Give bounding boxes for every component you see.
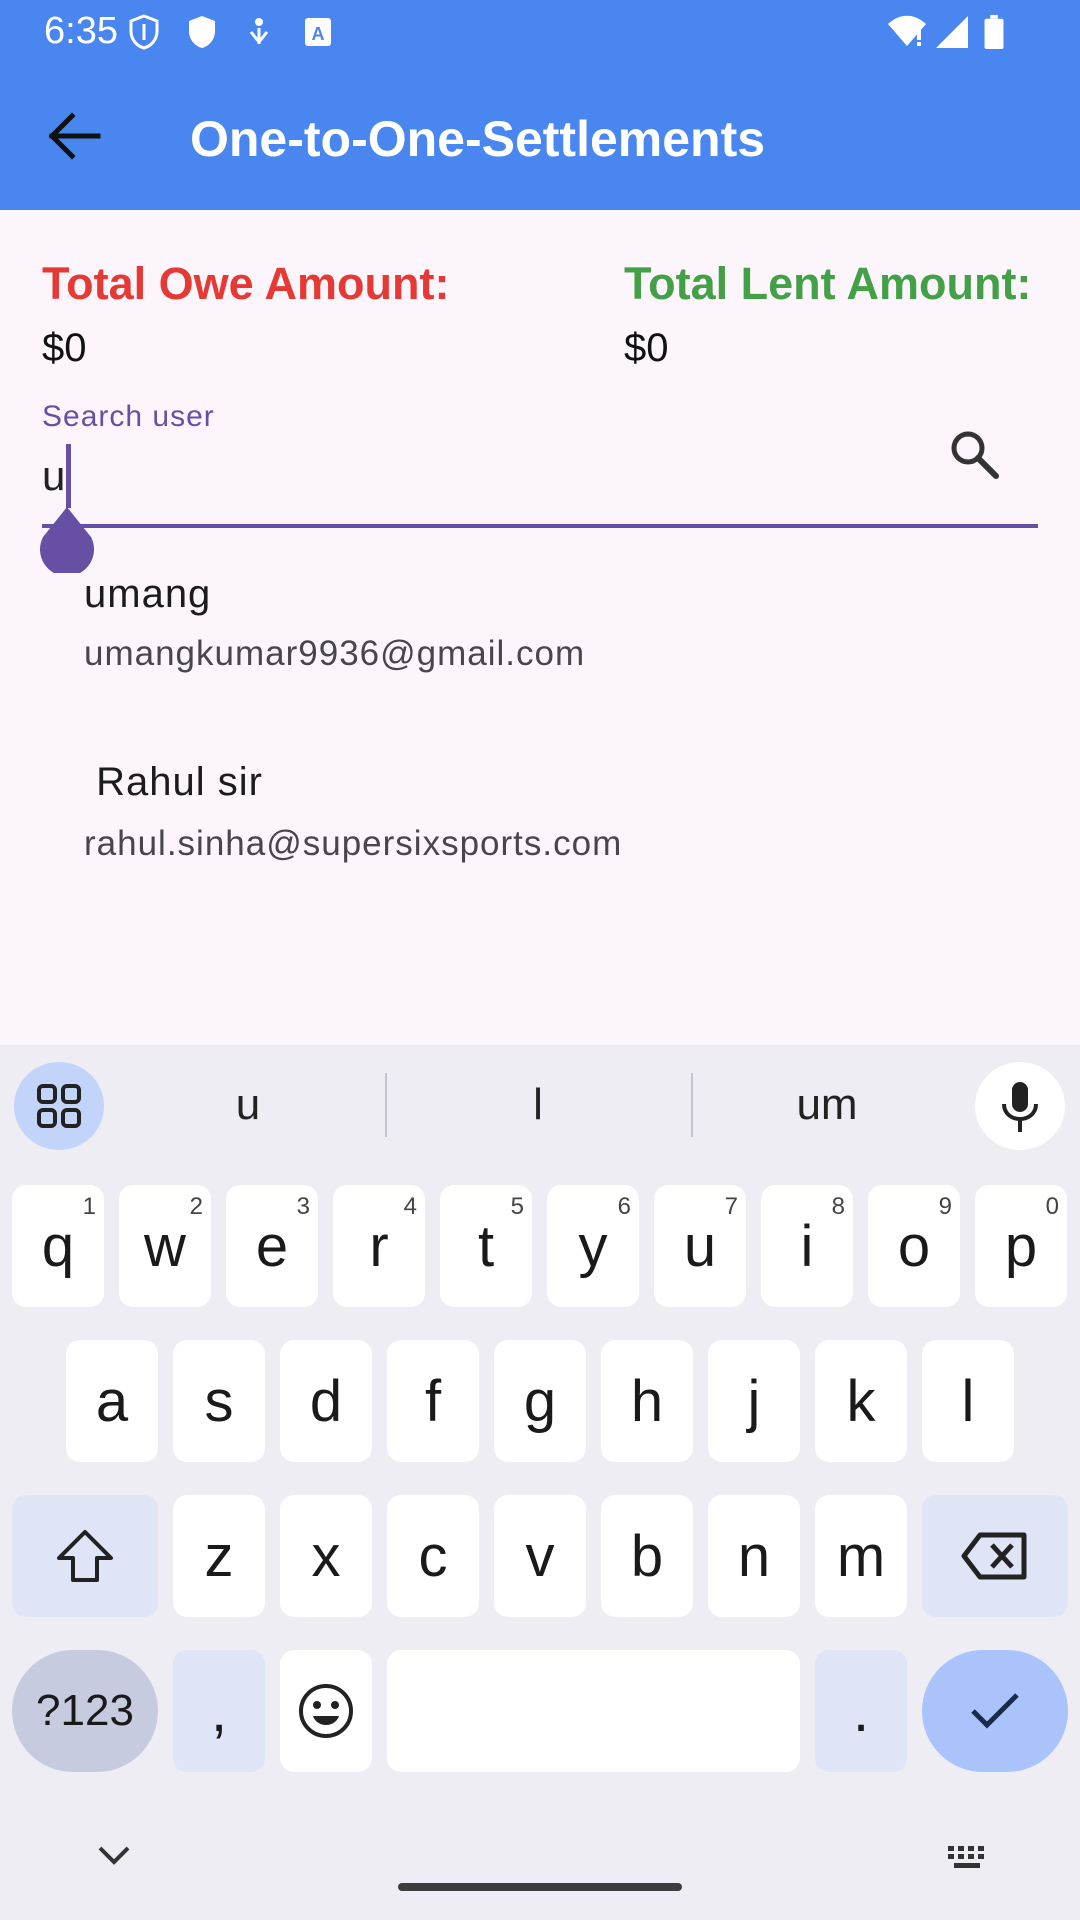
key-n[interactable]: n — [708, 1495, 800, 1617]
key-label: y — [578, 1213, 608, 1279]
key-j[interactable]: j — [708, 1340, 800, 1462]
shift-key[interactable] — [12, 1495, 158, 1617]
key-hint: 0 — [1045, 1193, 1059, 1220]
list-item[interactable]: Rahul sir rahul.sinha@supersixsports.com — [0, 750, 1080, 890]
search-underline — [42, 524, 1038, 528]
suggestion-divider — [691, 1073, 693, 1137]
key-p[interactable]: p0 — [975, 1185, 1067, 1307]
battery-icon — [984, 14, 1004, 50]
key-e[interactable]: e3 — [226, 1185, 318, 1307]
accessibility-icon — [249, 18, 269, 45]
hide-keyboard-chevron-icon[interactable] — [96, 1840, 132, 1870]
keyboard-menu-button[interactable] — [14, 1062, 104, 1150]
key-hint: 9 — [938, 1193, 952, 1220]
shield-outline-icon — [129, 14, 159, 50]
shield-icon — [189, 16, 215, 48]
key-label: u — [683, 1213, 717, 1279]
wifi-icon — [888, 15, 926, 46]
voice-input-button[interactable] — [975, 1062, 1065, 1150]
user-email: umangkumar9936@gmail.com — [84, 634, 586, 673]
key-hint: 1 — [82, 1193, 96, 1220]
user-email: rahul.sinha@supersixsports.com — [84, 824, 623, 863]
checkmark-icon — [971, 1693, 1019, 1729]
keyboard-switcher-icon[interactable] — [946, 1844, 988, 1870]
total-lent-label: Total Lent Amount: — [624, 258, 1032, 309]
backspace-icon — [961, 1532, 1027, 1580]
key-m[interactable]: m — [815, 1495, 907, 1617]
total-owe-label: Total Owe Amount: — [42, 258, 450, 309]
key-t[interactable]: t5 — [440, 1185, 532, 1307]
key-label: q — [41, 1213, 75, 1279]
key-d[interactable]: d — [280, 1340, 372, 1462]
user-name: umang — [84, 572, 212, 616]
key-label: i — [800, 1213, 814, 1279]
grid-icon — [37, 1084, 81, 1128]
key-label: t — [477, 1213, 495, 1279]
key-hint: 4 — [403, 1193, 417, 1220]
period-key[interactable]: . — [815, 1650, 907, 1772]
key-r[interactable]: r4 — [333, 1185, 425, 1307]
emoji-smiley-icon — [299, 1684, 353, 1738]
list-item[interactable]: umang umangkumar9936@gmail.com — [0, 560, 1080, 700]
suggestion-3[interactable]: um — [707, 1080, 947, 1130]
backspace-key[interactable] — [922, 1495, 1068, 1617]
text-cursor — [66, 444, 71, 508]
key-b[interactable]: b — [601, 1495, 693, 1617]
svg-text:A: A — [312, 24, 325, 44]
key-label: p — [1004, 1213, 1038, 1279]
home-gesture-bar[interactable] — [398, 1883, 682, 1891]
search-user-input[interactable] — [42, 448, 922, 504]
key-s[interactable]: s — [173, 1340, 265, 1462]
key-k[interactable]: k — [815, 1340, 907, 1462]
soft-keyboard — [0, 1045, 1080, 1920]
total-owe-value: $0 — [42, 326, 87, 370]
key-hint: 2 — [189, 1193, 203, 1220]
key-x[interactable]: x — [280, 1495, 372, 1617]
key-hint: 8 — [831, 1193, 845, 1220]
key-label: o — [897, 1213, 931, 1279]
page-title: One-to-One-Settlements — [190, 111, 766, 167]
back-arrow-icon[interactable] — [40, 108, 110, 164]
key-y[interactable]: y6 — [547, 1185, 639, 1307]
search-icon[interactable] — [948, 428, 1000, 480]
key-hint: 6 — [617, 1193, 631, 1220]
suggestion-2[interactable]: l — [418, 1080, 658, 1130]
key-q[interactable]: q1 — [12, 1185, 104, 1307]
microphone-icon — [1002, 1082, 1038, 1132]
key-label: e — [255, 1213, 289, 1279]
font-app-icon: A — [305, 18, 331, 46]
key-l[interactable]: l — [922, 1340, 1014, 1462]
key-hint: 3 — [296, 1193, 310, 1220]
key-c[interactable]: c — [387, 1495, 479, 1617]
symbols-key[interactable]: ?123 — [12, 1650, 158, 1772]
key-o[interactable]: o9 — [868, 1185, 960, 1307]
key-a[interactable]: a — [66, 1340, 158, 1462]
key-hint: 5 — [510, 1193, 524, 1220]
enter-done-key[interactable] — [922, 1650, 1068, 1772]
emoji-key[interactable] — [280, 1650, 372, 1772]
total-lent-value: $0 — [624, 326, 669, 370]
cell-signal-icon — [936, 16, 968, 48]
suggestion-divider — [385, 1073, 387, 1137]
search-field-label: Search user — [42, 400, 215, 433]
key-label: r — [369, 1213, 389, 1279]
key-w[interactable]: w2 — [119, 1185, 211, 1307]
key-g[interactable]: g — [494, 1340, 586, 1462]
comma-key[interactable]: , — [173, 1650, 265, 1772]
key-z[interactable]: z — [173, 1495, 265, 1617]
key-hint: 7 — [724, 1193, 738, 1220]
space-bar[interactable] — [387, 1650, 800, 1772]
suggestion-1[interactable]: u — [128, 1080, 368, 1130]
key-f[interactable]: f — [387, 1340, 479, 1462]
user-name: Rahul sir — [84, 760, 263, 804]
key-h[interactable]: h — [601, 1340, 693, 1462]
key-i[interactable]: i8 — [761, 1185, 853, 1307]
shift-arrow-icon — [57, 1530, 113, 1582]
status-time: 6:35 — [44, 10, 118, 52]
key-u[interactable]: u7 — [654, 1185, 746, 1307]
key-label: w — [144, 1213, 186, 1279]
key-v[interactable]: v — [494, 1495, 586, 1617]
